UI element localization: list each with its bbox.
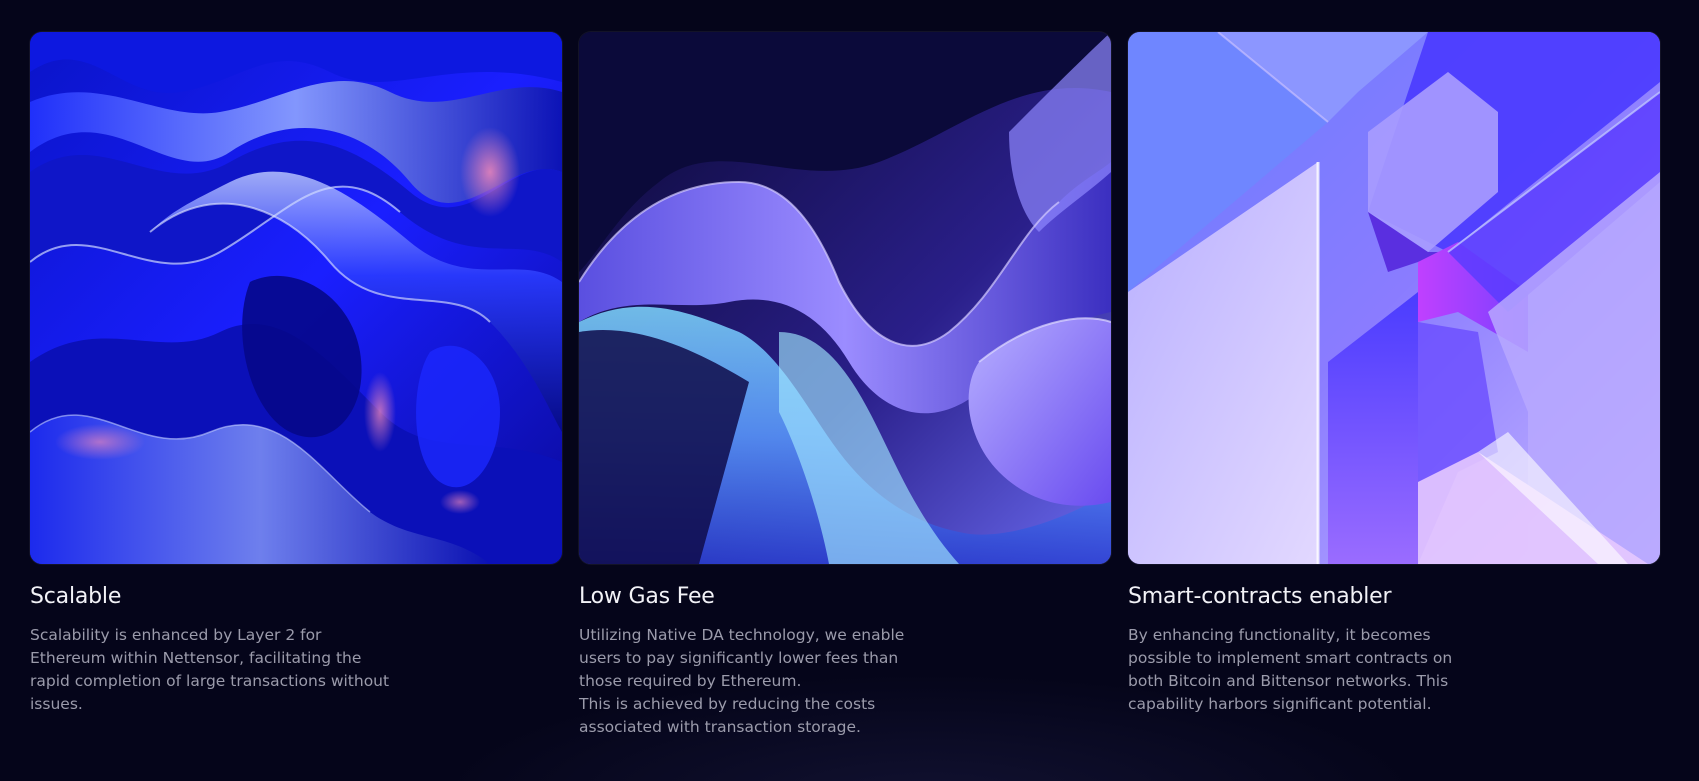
feature-title: Smart-contracts enabler bbox=[1128, 584, 1392, 609]
feature-card-smart-contracts: Smart-contracts enabler By enhancing fun… bbox=[1128, 32, 1660, 739]
silk-ribbon-waves-image bbox=[579, 32, 1111, 564]
chrome-liquid-waves-image bbox=[30, 32, 562, 564]
glass-cubes-image bbox=[1128, 32, 1660, 564]
feature-card-scalable: Scalable Scalability is enhanced by Laye… bbox=[30, 32, 562, 739]
feature-title: Low Gas Fee bbox=[579, 584, 715, 609]
feature-description: By enhancing functionality, it becomes p… bbox=[1128, 626, 1453, 713]
feature-card-low-gas-fee: Low Gas Fee Utilizing Native DA technolo… bbox=[579, 32, 1111, 739]
feature-title: Scalable bbox=[30, 584, 122, 609]
features-grid: Scalable Scalability is enhanced by Laye… bbox=[30, 32, 1660, 739]
feature-description: Utilizing Native DA technology, we enabl… bbox=[579, 626, 905, 736]
feature-description: Scalability is enhanced by Layer 2 for E… bbox=[30, 626, 390, 713]
